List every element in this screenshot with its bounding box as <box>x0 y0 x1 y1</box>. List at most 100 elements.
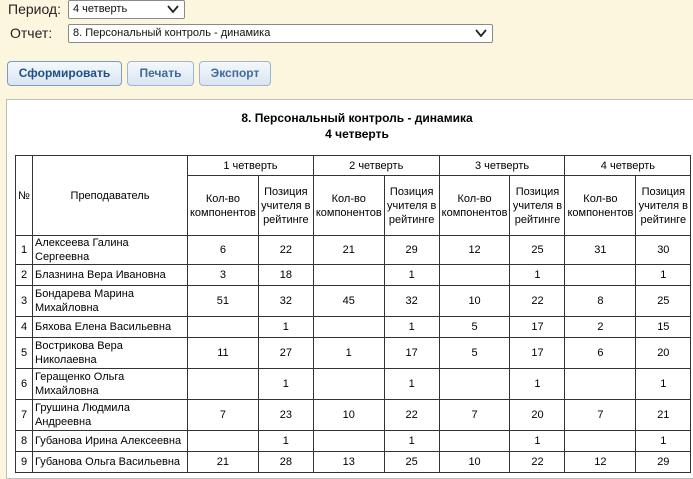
teacher-name: Бондарева Марина Михайловна <box>32 285 188 317</box>
period-label: Период: <box>8 1 61 17</box>
table-row: 3 Бондарева Марина Михайловна 51 32 45 32 10 22… <box>15 285 692 317</box>
col-header-position: Позиция учителя в рейтинге <box>635 175 692 236</box>
position-cell: 32 <box>257 285 314 317</box>
components-cell: 8 <box>564 285 637 317</box>
chevron-down-icon <box>475 29 487 38</box>
components-cell: 10 <box>312 399 385 431</box>
row-number: 7 <box>15 399 33 431</box>
position-cell: 15 <box>635 316 692 338</box>
position-cell: 17 <box>509 316 566 338</box>
col-header-quarter-4: 4 четверть <box>564 155 692 176</box>
position-cell: 18 <box>257 264 314 286</box>
components-cell: 13 <box>312 451 385 473</box>
table-row: 8 Губанова Ирина Алексеевна 1 1 1 1 <box>15 430 692 452</box>
components-cell: 5 <box>438 316 511 338</box>
components-cell: 1 <box>312 337 385 369</box>
report-label: Отчет: <box>10 25 53 41</box>
components-cell <box>564 264 637 286</box>
components-cell: 31 <box>564 235 637 265</box>
components-cell: 12 <box>438 235 511 265</box>
components-cell: 21 <box>187 451 259 473</box>
components-cell: 10 <box>438 451 511 473</box>
position-cell: 1 <box>257 316 314 338</box>
teacher-name: Губанова Ольга Васильевна <box>32 451 188 473</box>
position-cell: 20 <box>635 337 692 369</box>
table-row: 6 Геращенко Ольга Михайловна 1 1 1 1 <box>15 368 692 400</box>
position-cell: 21 <box>635 399 692 431</box>
report-select-value: 8. Персональный контроль - динамика <box>73 27 271 39</box>
components-cell: 3 <box>187 264 259 286</box>
col-header-components: Кол-во компонентов <box>438 175 511 236</box>
print-button[interactable]: Печать <box>127 61 194 86</box>
table-row: 1 Алексеева Галина Сергеевна 6 22 21 29 12 25 31… <box>15 235 692 265</box>
row-number: 1 <box>15 235 33 265</box>
components-cell: 7 <box>564 399 637 431</box>
position-cell: 1 <box>635 264 692 286</box>
table-row: 2 Блазнина Вера Ивановна 3 18 1 1 1 <box>15 264 692 286</box>
row-number: 9 <box>15 451 33 473</box>
position-cell: 1 <box>509 264 566 286</box>
components-cell <box>312 430 385 452</box>
position-cell: 1 <box>383 264 440 286</box>
period-select[interactable]: 4 четверть <box>68 0 185 19</box>
position-cell: 22 <box>509 451 566 473</box>
teacher-name: Алексеева Галина Сергеевна <box>32 235 188 265</box>
position-cell: 23 <box>257 399 314 431</box>
col-header-quarter-3: 3 четверть <box>438 155 566 176</box>
report-select[interactable]: 8. Персональный контроль - динамика <box>68 24 493 43</box>
position-cell: 32 <box>383 285 440 317</box>
position-cell: 30 <box>635 235 692 265</box>
components-cell <box>564 430 637 452</box>
position-cell: 17 <box>383 337 440 369</box>
components-cell <box>312 264 385 286</box>
components-cell <box>312 368 385 400</box>
header-row-quarters: № Преподаватель 1 четверть 2 четверть 3 … <box>15 155 692 236</box>
components-cell: 2 <box>564 316 637 338</box>
components-cell <box>438 430 511 452</box>
components-cell: 6 <box>564 337 637 369</box>
report-subtitle: 4 четверть <box>325 127 389 141</box>
position-cell: 1 <box>383 430 440 452</box>
generate-button[interactable]: Сформировать <box>7 61 122 86</box>
components-cell <box>438 264 511 286</box>
row-number: 4 <box>15 316 33 338</box>
position-cell: 29 <box>383 235 440 265</box>
components-cell: 11 <box>187 337 259 369</box>
position-cell: 27 <box>257 337 314 369</box>
components-cell <box>564 368 637 400</box>
components-cell: 21 <box>312 235 385 265</box>
components-cell <box>187 430 259 452</box>
components-cell: 5 <box>438 337 511 369</box>
position-cell: 1 <box>383 316 440 338</box>
position-cell: 1 <box>257 430 314 452</box>
col-header-position: Позиция учителя в рейтинге <box>257 175 314 236</box>
row-number: 5 <box>15 337 33 369</box>
col-header-position: Позиция учителя в рейтинге <box>383 175 440 236</box>
components-cell: 6 <box>187 235 259 265</box>
chevron-down-icon <box>167 5 179 14</box>
table-row: 9 Губанова Ольга Васильевна 21 28 13 25 10 22 12… <box>15 451 692 473</box>
table-row: 5 Вострикова Вера Николаевна 11 27 1 17 5 17 6 20 <box>15 337 692 369</box>
table-row: 7 Грушина Людмила Андреевна 7 23 10 22 7 20 7 21 <box>15 399 692 431</box>
col-header-teacher: Преподаватель <box>32 155 188 236</box>
components-cell: 51 <box>187 285 259 317</box>
position-cell: 1 <box>257 368 314 400</box>
report-title: 8. Персональный контроль - динамика <box>241 111 473 125</box>
col-header-position: Позиция учителя в рейтинге <box>509 175 566 236</box>
table-row: 4 Бяхова Елена Васильевна 1 1 5 17 2 15 <box>15 316 692 338</box>
components-cell <box>187 316 259 338</box>
position-cell: 25 <box>383 451 440 473</box>
teacher-name: Губанова Ирина Алексеевна <box>32 430 188 452</box>
position-cell: 20 <box>509 399 566 431</box>
teacher-name: Грушина Людмила Андреевна <box>32 399 188 431</box>
position-cell: 22 <box>383 399 440 431</box>
components-cell: 7 <box>438 399 511 431</box>
position-cell: 22 <box>257 235 314 265</box>
period-select-value: 4 четверть <box>73 3 128 15</box>
col-header-components: Кол-во компонентов <box>312 175 385 236</box>
col-header-quarter-2: 2 четверть <box>312 155 440 176</box>
row-number: 3 <box>15 285 33 317</box>
col-header-components: Кол-во компонентов <box>187 175 259 236</box>
export-button[interactable]: Экспорт <box>199 61 271 86</box>
teacher-name: Геращенко Ольга Михайловна <box>32 368 188 400</box>
